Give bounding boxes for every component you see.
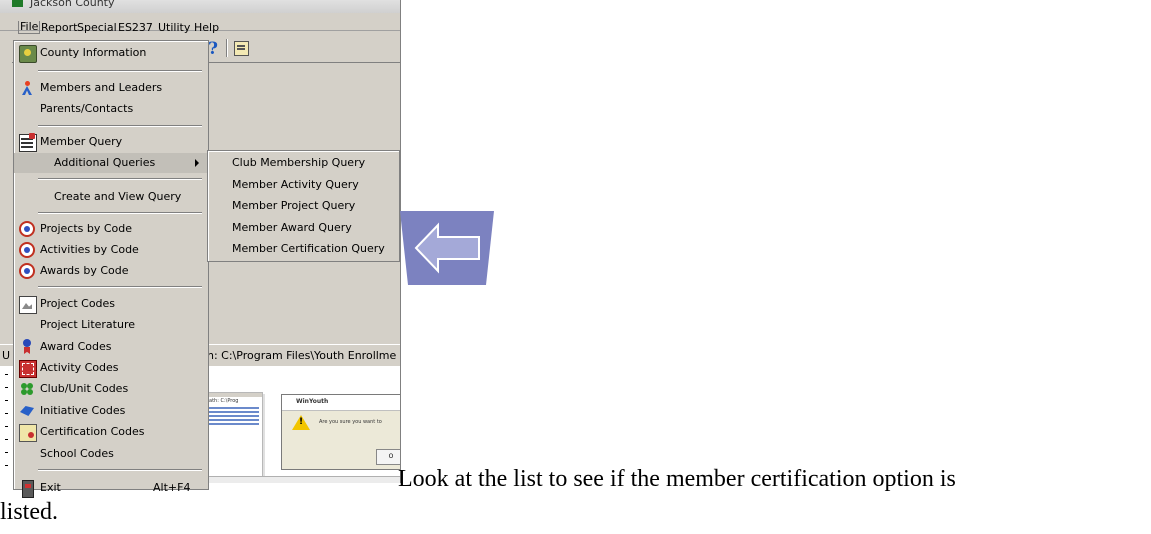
- menu-item-label: Activity Codes: [40, 361, 119, 374]
- menu-separator: [38, 125, 202, 127]
- caption-line-2: listed.: [0, 499, 58, 525]
- initiative-icon: [19, 403, 35, 419]
- app-icon: [12, 0, 23, 7]
- menu-item-parents-contacts[interactable]: Parents/Contacts: [14, 99, 208, 119]
- menu-item-club-unit-codes[interactable]: Club/Unit Codes: [14, 379, 208, 399]
- ok-button[interactable]: O: [376, 449, 400, 465]
- submenu-item-member-award-query[interactable]: Member Award Query: [232, 221, 352, 234]
- additional-queries-submenu: Club Membership Query Member Activity Qu…: [207, 150, 400, 262]
- menu-separator: [38, 469, 202, 471]
- menu-item-certification-codes[interactable]: Certification Codes: [14, 422, 208, 442]
- club-icon: [19, 381, 35, 397]
- menu-item-award-codes[interactable]: Award Codes: [14, 337, 208, 357]
- exit-icon: [22, 480, 34, 498]
- dialog-message: Are you sure you want to: [319, 419, 382, 425]
- title-bar: Jackson County: [0, 0, 400, 13]
- menu-item-label: Awards by Code: [40, 264, 129, 277]
- menu-item-label: Project Literature: [40, 318, 135, 331]
- menu-es237[interactable]: ES237: [118, 22, 153, 34]
- menu-item-label: Project Codes: [40, 297, 116, 310]
- code-icon: [19, 242, 35, 258]
- code-icon: [19, 263, 35, 279]
- menu-item-label: Award Codes: [40, 340, 112, 353]
- menu-item-project-codes[interactable]: Project Codes: [14, 294, 208, 314]
- caption-line-1: Look at the list to see if the member ce…: [398, 466, 956, 492]
- county-icon: [19, 45, 37, 63]
- award-icon: [19, 339, 35, 355]
- menu-item-county-information[interactable]: County Information: [14, 43, 208, 63]
- menu-file[interactable]: File: [18, 21, 41, 34]
- menu-special[interactable]: Special: [77, 22, 117, 34]
- menu-item-label: Club/Unit Codes: [40, 382, 129, 395]
- certification-icon: [19, 424, 37, 442]
- submenu-item-member-project-query[interactable]: Member Project Query: [232, 199, 355, 212]
- dialog-title: WinYouth: [282, 395, 400, 411]
- menu-item-label: Create and View Query: [54, 190, 182, 203]
- menu-item-label: Exit: [40, 481, 61, 494]
- menu-item-label: Member Query: [40, 135, 123, 148]
- members-icon: [19, 80, 35, 96]
- ruler-ticks: [2, 374, 10, 482]
- status-path: h: C:\Program Files\Youth Enrollme: [207, 349, 397, 362]
- menu-item-initiative-codes[interactable]: Initiative Codes: [14, 401, 208, 421]
- submenu-item-club-membership-query[interactable]: Club Membership Query: [232, 156, 365, 169]
- activity-icon: [19, 360, 37, 378]
- pointer-arrow-icon: [400, 211, 494, 285]
- menu-item-label: Additional Queries: [54, 156, 156, 169]
- thumbnail-window: ath: C:\Prog: [205, 392, 263, 478]
- file-menu: County Information Members and Leaders P…: [13, 40, 209, 498]
- menu-item-additional-queries[interactable]: Additional Queries: [14, 153, 208, 173]
- menu-item-create-and-view-query[interactable]: Create and View Query: [14, 187, 208, 207]
- menu-separator: [38, 212, 202, 214]
- code-icon: [19, 221, 35, 237]
- help-icon[interactable]: ?: [208, 39, 218, 59]
- menu-separator: [38, 178, 202, 180]
- menu-utility[interactable]: Utility: [158, 22, 190, 34]
- project-icon: [19, 296, 37, 314]
- menu-item-label: Certification Codes: [40, 425, 145, 438]
- menu-item-awards-by-code[interactable]: Awards by Code: [14, 261, 208, 281]
- menu-item-label: Members and Leaders: [40, 81, 163, 94]
- query-icon: [19, 133, 37, 152]
- menu-item-projects-by-code[interactable]: Projects by Code: [14, 219, 208, 239]
- warning-icon: !: [292, 415, 310, 430]
- menu-bar: File Report Special ES237 Utility Help: [0, 13, 400, 34]
- menu-item-label: Activities by Code: [40, 243, 139, 256]
- submenu-item-member-activity-query[interactable]: Member Activity Query: [232, 178, 359, 191]
- background-window: [206, 476, 400, 483]
- menu-item-label: School Codes: [40, 447, 114, 460]
- report-tool-icon[interactable]: [234, 41, 249, 56]
- toolbar: ?: [200, 33, 400, 61]
- menu-item-label: County Information: [40, 46, 147, 59]
- menu-item-activity-codes[interactable]: Activity Codes: [14, 358, 208, 378]
- menu-item-label: Initiative Codes: [40, 404, 126, 417]
- submenu-arrow-icon: [195, 159, 199, 167]
- menu-separator: [38, 70, 202, 72]
- menu-item-members-and-leaders[interactable]: Members and Leaders: [14, 78, 208, 98]
- submenu-item-member-certification-query[interactable]: Member Certification Query: [232, 242, 385, 255]
- menu-item-school-codes[interactable]: School Codes: [14, 444, 208, 464]
- menu-item-activities-by-code[interactable]: Activities by Code: [14, 240, 208, 260]
- menu-item-member-query[interactable]: Member Query: [14, 132, 208, 152]
- menu-report[interactable]: Report: [41, 22, 77, 34]
- menu-separator: [38, 286, 202, 288]
- toolbar-separator: [226, 39, 228, 57]
- menu-item-project-literature[interactable]: Project Literature: [14, 315, 208, 335]
- status-left: U: [2, 349, 11, 362]
- menu-item-label: Projects by Code: [40, 222, 133, 235]
- confirm-dialog: WinYouth ! Are you sure you want to O: [281, 394, 400, 470]
- menu-item-exit[interactable]: Exit Alt+F4: [14, 478, 208, 498]
- menu-item-label: Parents/Contacts: [40, 102, 134, 115]
- thumbnail-path: ath: C:\Prog: [209, 398, 239, 404]
- menu-item-shortcut: Alt+F4: [153, 481, 191, 494]
- window-title: Jackson County: [30, 0, 115, 9]
